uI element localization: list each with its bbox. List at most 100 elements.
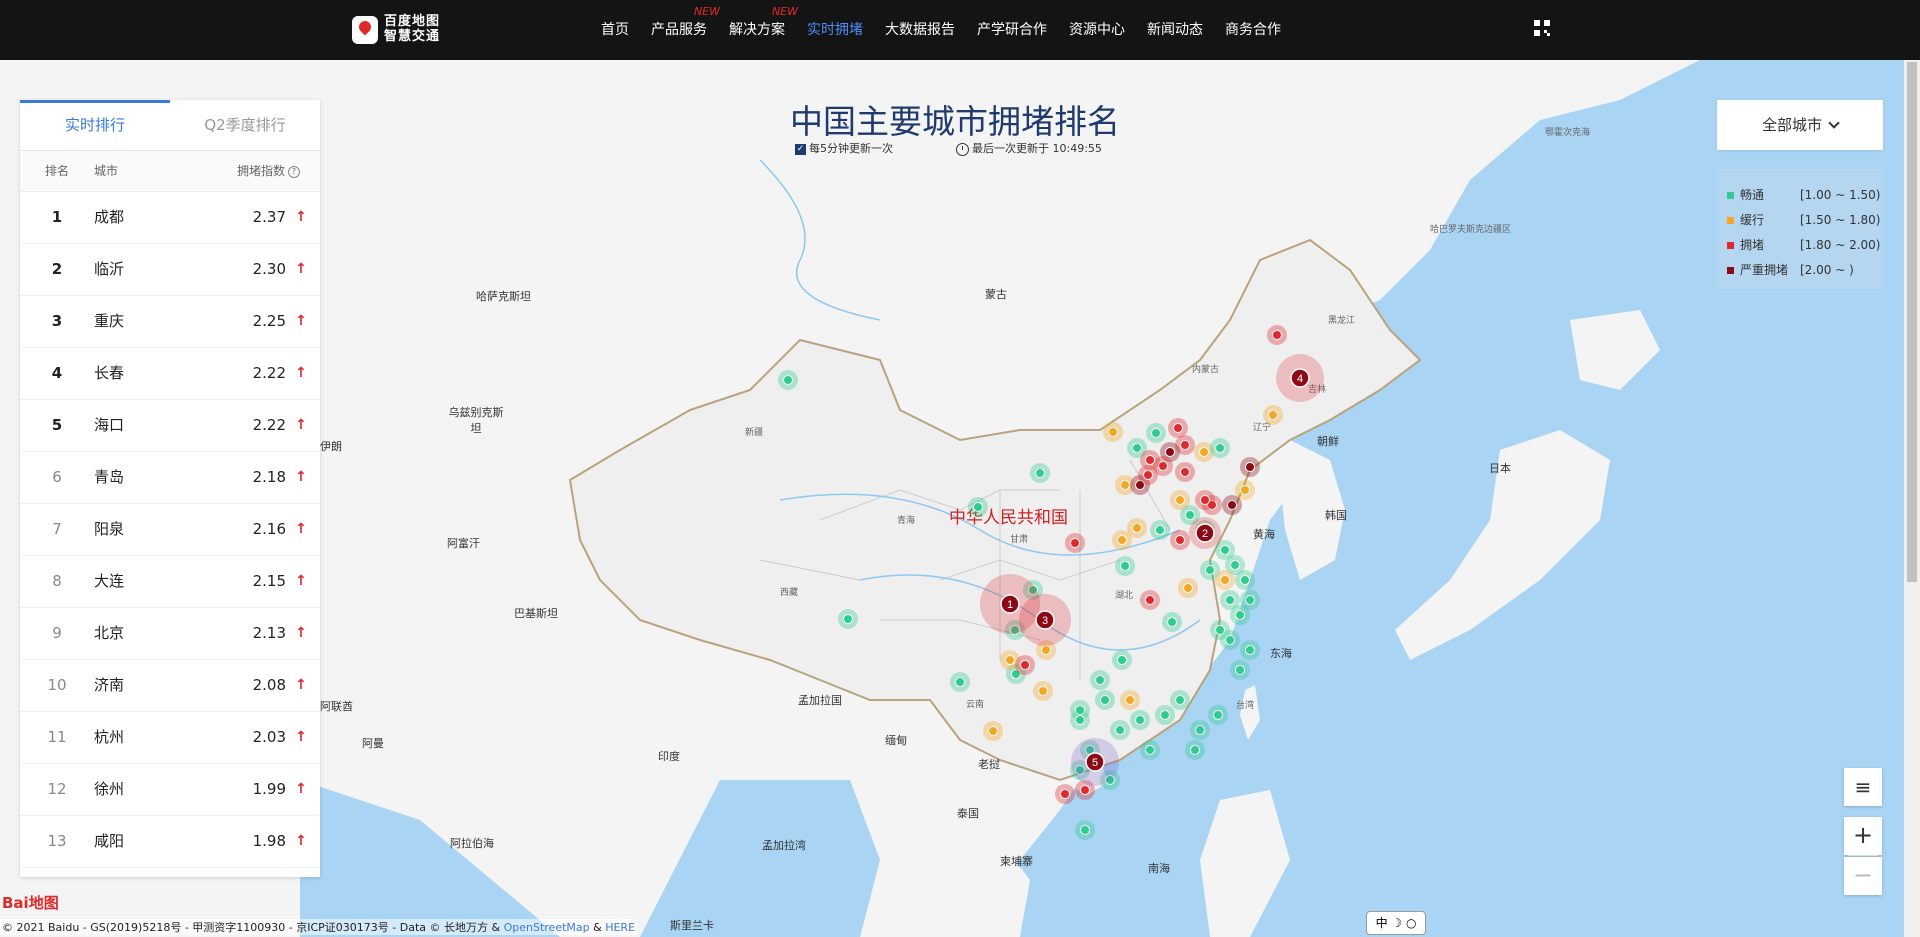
ranking-row[interactable]: 3 重庆 2.25 ↑ <box>20 296 320 348</box>
city-marker[interactable] <box>1215 443 1225 453</box>
nav-item-0[interactable]: 首页 <box>590 0 640 60</box>
nav-item-5[interactable]: 产学研合作 <box>966 0 1058 60</box>
zoom-in-button[interactable]: + <box>1844 817 1882 855</box>
city-marker[interactable] <box>1183 583 1193 593</box>
city-select-dropdown[interactable]: 全部城市 <box>1717 100 1883 150</box>
city-marker[interactable] <box>843 614 853 624</box>
city-marker[interactable] <box>1035 468 1045 478</box>
city-marker[interactable] <box>1245 645 1255 655</box>
tab-q2-quarterly[interactable]: Q2季度排行 <box>170 100 320 150</box>
city-marker[interactable] <box>1120 480 1130 490</box>
here-link[interactable]: HERE <box>605 921 635 934</box>
city-marker[interactable] <box>1167 617 1177 627</box>
city-marker[interactable] <box>973 502 983 512</box>
city-marker[interactable] <box>1108 427 1118 437</box>
city-marker[interactable] <box>1220 545 1230 555</box>
language-toggle[interactable]: 中 ☽ ○ <box>1366 911 1426 935</box>
city-marker[interactable] <box>1117 655 1127 665</box>
help-icon[interactable]: ? <box>288 165 300 178</box>
city-marker[interactable] <box>1158 461 1168 471</box>
city-marker[interactable] <box>1195 725 1205 735</box>
city-marker[interactable] <box>1175 495 1185 505</box>
city-marker[interactable] <box>1080 785 1090 795</box>
ranking-row[interactable]: 5 海口 2.22 ↑ <box>20 400 320 452</box>
city-marker[interactable] <box>1005 655 1015 665</box>
city-marker[interactable] <box>1060 789 1070 799</box>
ranking-row[interactable]: 8 大连 2.15 ↑ <box>20 556 320 608</box>
qr-code-icon[interactable] <box>1534 20 1550 36</box>
city-marker[interactable] <box>1125 695 1135 705</box>
nav-item-8[interactable]: 商务合作 <box>1214 0 1292 60</box>
nav-item-7[interactable]: 新闻动态 <box>1136 0 1214 60</box>
list-toggle-button[interactable]: ≡ <box>1844 768 1882 806</box>
ranking-row[interactable]: 11 杭州 2.03 ↑ <box>20 712 320 764</box>
city-marker[interactable] <box>1080 825 1090 835</box>
logo[interactable]: 百度地图 智慧交通 <box>352 14 444 46</box>
city-marker[interactable] <box>1225 635 1235 645</box>
city-marker[interactable] <box>1070 538 1080 548</box>
baidu-map-logo[interactable]: Bai地图 <box>2 892 59 913</box>
ranking-row[interactable]: 4 长春 2.22 ↑ <box>20 348 320 400</box>
city-marker[interactable] <box>1173 423 1183 433</box>
ranking-row[interactable]: 7 阳泉 2.16 ↑ <box>20 504 320 556</box>
city-marker[interactable] <box>1185 510 1195 520</box>
city-marker[interactable] <box>1205 565 1215 575</box>
city-marker[interactable] <box>1220 575 1230 585</box>
city-marker[interactable] <box>1190 745 1200 755</box>
city-marker[interactable] <box>1175 535 1185 545</box>
city-marker[interactable] <box>1145 455 1155 465</box>
ranking-row[interactable]: 6 青岛 2.18 ↑ <box>20 452 320 504</box>
city-marker[interactable] <box>1117 535 1127 545</box>
nav-item-6[interactable]: 资源中心 <box>1058 0 1136 60</box>
city-marker[interactable] <box>1155 525 1165 535</box>
ranking-row[interactable]: 1 成都 2.37 ↑ <box>20 192 320 244</box>
city-marker[interactable] <box>1135 715 1145 725</box>
city-marker[interactable] <box>1235 665 1245 675</box>
city-marker[interactable] <box>1132 443 1142 453</box>
city-marker[interactable] <box>1245 595 1255 605</box>
ranking-row[interactable]: 12 徐州 1.99 ↑ <box>20 764 320 816</box>
city-marker[interactable] <box>955 677 965 687</box>
city-marker[interactable] <box>1227 500 1237 510</box>
city-marker[interactable] <box>1095 675 1105 685</box>
city-marker[interactable] <box>1143 470 1153 480</box>
city-marker[interactable] <box>1235 610 1245 620</box>
city-marker[interactable] <box>1272 330 1282 340</box>
city-marker[interactable] <box>1020 660 1030 670</box>
city-marker[interactable] <box>1038 686 1048 696</box>
nav-item-4[interactable]: 大数据报告 <box>874 0 966 60</box>
city-marker[interactable] <box>783 375 793 385</box>
city-marker[interactable] <box>988 726 998 736</box>
city-marker[interactable] <box>1180 467 1190 477</box>
city-marker[interactable] <box>1199 447 1209 457</box>
city-marker[interactable] <box>1120 561 1130 571</box>
city-marker[interactable] <box>1213 710 1223 720</box>
city-marker[interactable] <box>1151 428 1161 438</box>
city-marker[interactable] <box>1230 560 1240 570</box>
nav-item-3[interactable]: 实时拥堵 <box>796 0 874 60</box>
ranking-row[interactable]: 10 济南 2.08 ↑ <box>20 660 320 712</box>
city-marker[interactable] <box>1132 523 1142 533</box>
ranking-row[interactable]: 14湛江1.98↑ <box>20 868 320 877</box>
city-marker[interactable] <box>1075 715 1085 725</box>
auto-refresh-toggle[interactable]: ✓ 每5分钟更新一次 <box>795 140 893 156</box>
city-marker[interactable] <box>1225 595 1235 605</box>
city-marker[interactable] <box>1145 745 1155 755</box>
ranking-row[interactable]: 2 临沂 2.30 ↑ <box>20 244 320 296</box>
city-marker[interactable] <box>1180 440 1190 450</box>
city-marker[interactable] <box>1245 462 1255 472</box>
city-marker[interactable] <box>1100 695 1110 705</box>
city-marker[interactable] <box>1240 575 1250 585</box>
city-marker[interactable] <box>1268 410 1278 420</box>
city-marker[interactable] <box>1165 447 1175 457</box>
city-marker[interactable] <box>1160 710 1170 720</box>
tab-realtime[interactable]: 实时排行 <box>20 100 170 150</box>
osm-link[interactable]: OpenStreetMap <box>504 921 590 934</box>
city-marker[interactable] <box>1240 485 1250 495</box>
zoom-out-button[interactable]: − <box>1844 857 1882 895</box>
city-marker[interactable] <box>1041 645 1051 655</box>
nav-item-1[interactable]: 产品服务 NEW <box>640 0 720 60</box>
city-marker[interactable] <box>1115 725 1125 735</box>
city-marker[interactable] <box>1175 695 1185 705</box>
scrollbar-thumb[interactable] <box>1907 62 1917 582</box>
